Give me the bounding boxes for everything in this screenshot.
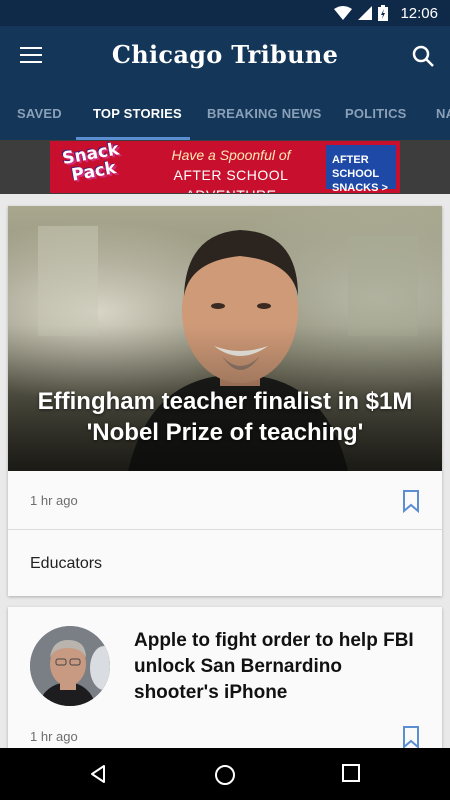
story-meta: 1 hr ago [8, 471, 442, 530]
ad-cta-button[interactable]: AFTER SCHOOL SNACKS > [326, 145, 396, 193]
system-nav-bar [0, 748, 450, 800]
ad-tagline-line2: AFTER SCHOOL ADVENTURE [173, 167, 289, 193]
story-hero-image[interactable]: Effingham teacher finalist in $1M 'Nobel… [8, 206, 442, 471]
story-headline[interactable]: Effingham teacher finalist in $1M 'Nobel… [28, 386, 422, 448]
app-bar: Chicago Tribune [0, 26, 450, 88]
ad-tagline: Have a Spoonful of AFTER SCHOOL ADVENTUR… [136, 145, 326, 193]
recents-icon[interactable] [342, 764, 360, 782]
bookmark-icon[interactable] [402, 725, 420, 749]
story-card[interactable]: Apple to fight order to help FBI unlock … [8, 607, 442, 767]
story-thumbnail[interactable] [30, 626, 110, 706]
ad-brand-logo: Snack Pack [60, 141, 121, 186]
story-headline[interactable]: Apple to fight order to help FBI unlock … [134, 628, 414, 706]
app-title: Chicago Tribune [111, 40, 339, 69]
tab-saved[interactable]: SAVED [17, 88, 62, 140]
tab-breaking-news[interactable]: BREAKING NEWS [207, 88, 322, 140]
story-card[interactable]: Effingham teacher finalist in $1M 'Nobel… [8, 206, 442, 596]
tab-next-partial[interactable]: NA [436, 88, 450, 140]
status-time: 12:06 [400, 4, 438, 22]
home-icon[interactable] [214, 764, 236, 786]
wifi-icon [334, 6, 353, 20]
story-timestamp: 1 hr ago [30, 493, 78, 508]
search-icon[interactable] [412, 45, 434, 67]
section-tabs: SAVED TOP STORIES BREAKING NEWS POLITICS… [0, 88, 450, 140]
status-bar: 12:06 [0, 0, 450, 26]
story-topic[interactable]: Educators [30, 555, 102, 573]
cellular-signal-icon [358, 6, 373, 20]
battery-charging-icon [378, 5, 389, 21]
person-photo [30, 626, 110, 706]
tab-top-stories[interactable]: TOP STORIES [93, 88, 182, 140]
ad-banner[interactable]: Snack Pack Have a Spoonful of AFTER SCHO… [50, 141, 400, 193]
ad-tagline-line1: Have a Spoonful of [171, 147, 291, 163]
back-icon[interactable] [88, 764, 108, 784]
bookmark-icon[interactable] [402, 489, 420, 513]
tab-politics[interactable]: POLITICS [345, 88, 407, 140]
story-timestamp: 1 hr ago [30, 729, 78, 744]
